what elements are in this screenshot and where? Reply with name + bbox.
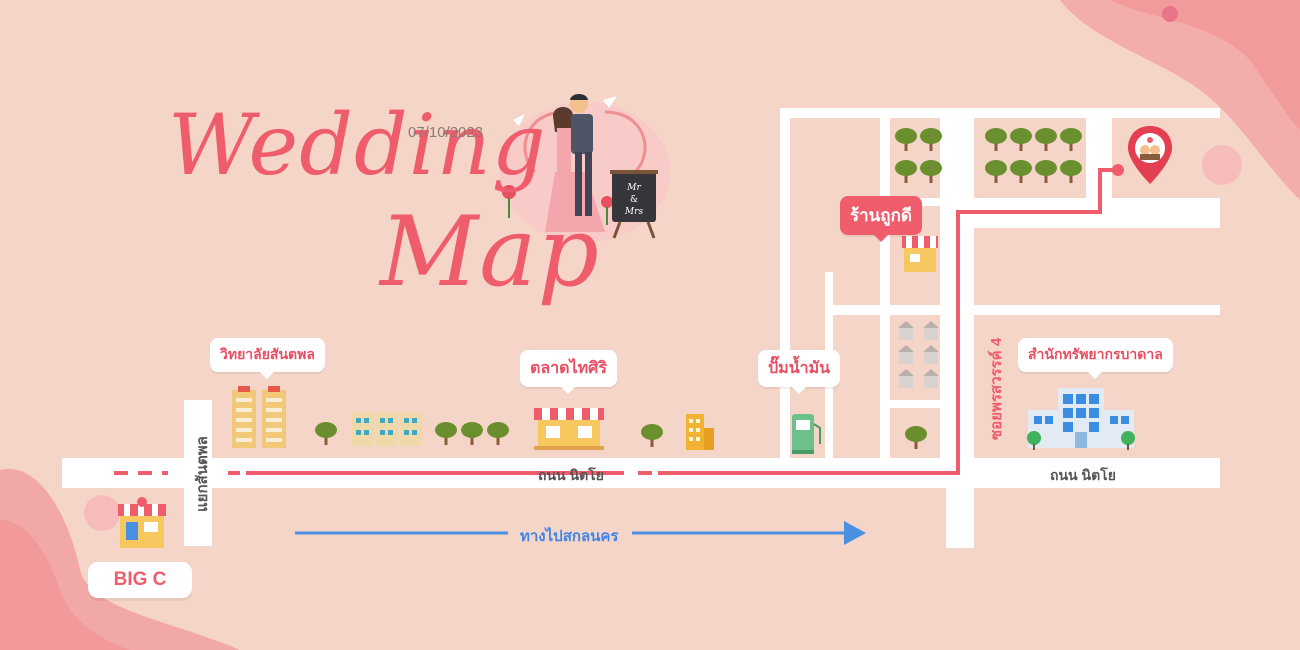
- road-top: [780, 108, 1220, 118]
- house-icon: [898, 369, 914, 388]
- house-layer: [898, 321, 939, 388]
- title-line-map: Map: [380, 196, 600, 308]
- road-label-main-right: ถนน นิตโย: [1050, 467, 1116, 483]
- building-icon-yellow: [686, 414, 714, 450]
- label-gas-station: ปั๊มน้ำมัน: [758, 350, 841, 394]
- sign-text-mrs: Mrs: [624, 207, 644, 217]
- tree-icon: [487, 422, 509, 445]
- tree-icon: [315, 422, 337, 445]
- tree-icon: [895, 160, 917, 183]
- label-college: วิทยาลัยสันตพล: [210, 338, 325, 379]
- big-c-store-icon: [118, 497, 166, 548]
- decor-dot: [1162, 6, 1178, 22]
- market-icon: [534, 408, 604, 450]
- house-icon: [923, 369, 939, 388]
- wedding-map: Mr & Mrs Wedding Map 07/10/2023 วิทยาลัย…: [0, 0, 1300, 650]
- gas-station-icon: [792, 414, 821, 454]
- tree-icon: [1010, 160, 1032, 183]
- tree-icon: [641, 424, 663, 447]
- tree-icon: [1035, 160, 1057, 183]
- house-icon: [923, 321, 939, 340]
- house-icon: [923, 345, 939, 364]
- road-label-soi: ซอยพรสวรรค์ 4: [988, 337, 1005, 440]
- office-building-icon: [1027, 388, 1135, 450]
- decor-circle: [1202, 145, 1242, 185]
- house-icon: [898, 345, 914, 364]
- tree-icon: [905, 426, 927, 449]
- tree-icon: [1010, 128, 1032, 151]
- destination-pin-icon: [1128, 126, 1172, 184]
- sign-text-and: &: [630, 195, 638, 205]
- road-label-main-left: ถนน นิตโย: [538, 467, 604, 483]
- tree-icon: [1060, 160, 1082, 183]
- building-icon-row: [352, 412, 422, 446]
- label-market: ตลาดไทศิริ: [520, 350, 617, 394]
- wedding-date: 07/10/2023: [408, 124, 484, 141]
- building-icon-college: [232, 386, 286, 448]
- tree-icon: [920, 160, 942, 183]
- shop-icon: [902, 236, 938, 272]
- tree-icon: [985, 128, 1007, 151]
- tree-icon: [1060, 128, 1082, 151]
- label-big-c: BIG C: [88, 562, 192, 598]
- tree-icon: [461, 422, 483, 445]
- road-label-junction: แยกสันตพล: [194, 436, 211, 512]
- road-left-vertical: [780, 108, 790, 458]
- road-block-horizontal-3: [880, 400, 946, 408]
- route-end-dot: [1112, 164, 1124, 176]
- direction-label: ทางไปสกลนคร: [520, 528, 619, 545]
- label-land-office: สำนักทรัพยากรบาดาล: [1018, 338, 1173, 379]
- label-shop: ร้านถูกดี: [840, 196, 922, 242]
- tree-icon: [920, 128, 942, 151]
- tree-icon: [435, 422, 457, 445]
- road-block-horizontal: [833, 305, 1220, 315]
- sign-text-mr: Mr: [626, 183, 641, 193]
- house-icon: [898, 321, 914, 340]
- tree-icon: [895, 128, 917, 151]
- tree-icon: [985, 160, 1007, 183]
- decor-circle-left: [84, 495, 120, 531]
- tree-icon: [1035, 128, 1057, 151]
- title-line-wedding: Wedding: [168, 96, 547, 194]
